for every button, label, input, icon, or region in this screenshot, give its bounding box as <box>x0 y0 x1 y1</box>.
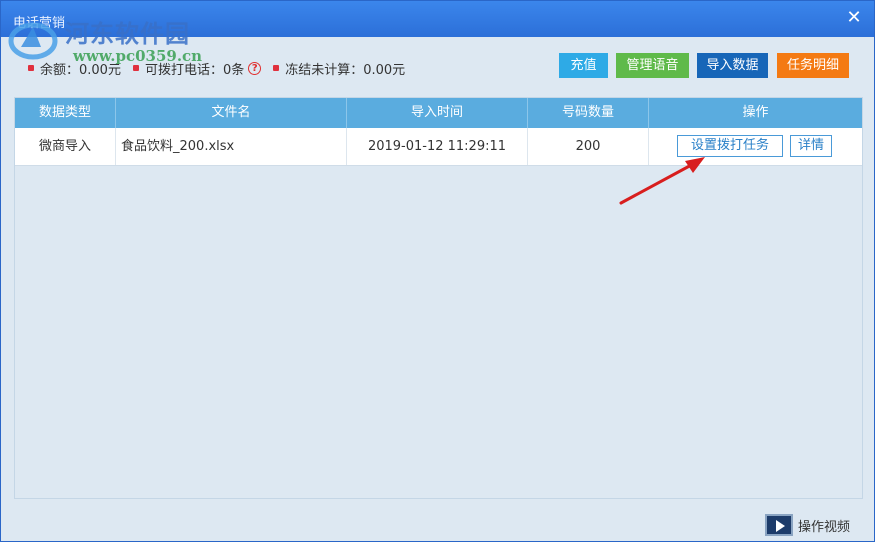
stat-callable: 可拨打电话：0条 ? <box>132 59 262 78</box>
cell-import-time: 2019-01-12 11:29:11 <box>347 128 528 165</box>
bullet-icon <box>132 65 139 71</box>
column-header-actions: 操作 <box>742 105 769 120</box>
video-label: 操作视频 <box>798 519 851 535</box>
column-header-count[interactable]: 号码数量 <box>528 98 649 128</box>
close-icon[interactable]: ✕ <box>844 8 864 28</box>
bullet-icon <box>273 65 280 71</box>
import-data-button[interactable]: 导入数据 <box>697 53 768 78</box>
watermark-logo-icon <box>8 22 58 60</box>
detail-button[interactable]: 详情 <box>790 135 832 157</box>
stat-frozen: 冻结未计算：0.00元 <box>273 59 405 78</box>
table-header: 数据类型 文件名 导入时间 号码数量 操作 <box>15 98 862 128</box>
column-header-import-time[interactable]: 导入时间 <box>347 98 528 128</box>
stat-balance: 余额：0.00元 <box>28 59 121 78</box>
recharge-button[interactable]: 充值 <box>559 53 608 78</box>
main-window: 电话营销 ✕ 河东软件园 www.pc0359.cn 余额：0.00元 可拨打电… <box>0 0 875 542</box>
frozen-text: 冻结未计算：0.00元 <box>285 62 406 78</box>
balance-text: 余额：0.00元 <box>40 62 121 78</box>
tutorial-video-link[interactable]: 操作视频 <box>765 513 850 537</box>
stats-bar: 余额：0.00元 可拨打电话：0条 ? 冻结未计算：0.00元 <box>28 59 417 78</box>
help-icon[interactable]: ? <box>248 61 262 75</box>
watermark-text: 河东软件园 <box>65 19 190 48</box>
column-header-type[interactable]: 数据类型 <box>15 98 116 128</box>
cell-type: 微商导入 <box>15 128 116 165</box>
table-row[interactable]: 微商导入 食品饮料_200.xlsx 2019-01-12 11:29:11 2… <box>15 128 862 166</box>
bullet-icon <box>28 65 34 71</box>
task-detail-button[interactable]: 任务明细 <box>777 53 849 78</box>
column-header-filename[interactable]: 文件名 <box>116 98 347 128</box>
cell-filename: 食品饮料_200.xlsx <box>116 128 347 165</box>
data-table: 数据类型 文件名 导入时间 号码数量 操作 微商导入 食品饮料_200.xlsx… <box>14 97 863 499</box>
play-video-icon[interactable] <box>765 514 793 536</box>
red-arrow-icon <box>619 157 705 205</box>
callable-text: 可拨打电话：0条 <box>144 62 245 78</box>
manage-voice-button[interactable]: 管理语音 <box>616 53 689 78</box>
